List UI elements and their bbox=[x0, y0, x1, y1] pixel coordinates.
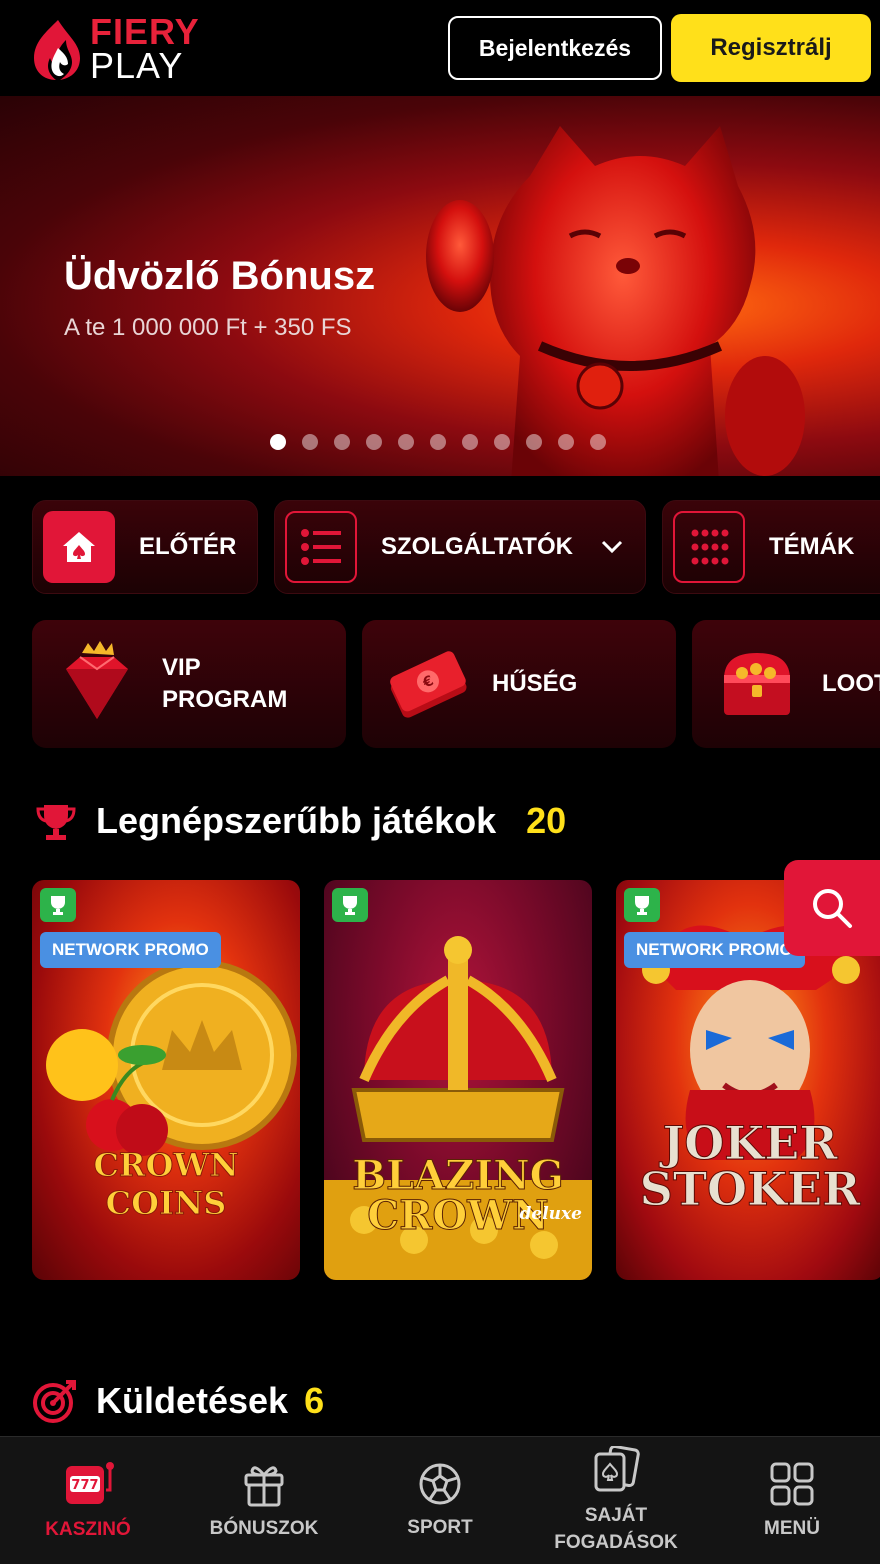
promo-label: VIP PROGRAM bbox=[162, 652, 287, 716]
carousel-dot[interactable] bbox=[430, 434, 446, 450]
promo-label: HŰSÉG bbox=[492, 670, 578, 697]
carousel-dots bbox=[270, 434, 606, 450]
target-icon bbox=[33, 1380, 76, 1423]
flame-icon bbox=[34, 20, 80, 80]
menu-grid-icon bbox=[770, 1462, 814, 1505]
bottom-nav-label-line: SAJÁT bbox=[584, 1505, 648, 1526]
chevron-down-icon[interactable] bbox=[601, 540, 623, 554]
carousel-dot[interactable] bbox=[270, 434, 286, 450]
search-button[interactable] bbox=[784, 860, 880, 956]
carousel-dot[interactable] bbox=[398, 434, 414, 450]
bottom-nav-casino[interactable]: 777 KASZINÓ bbox=[0, 1437, 176, 1564]
game-subtitle: deluxe bbox=[519, 1204, 582, 1224]
bottom-nav-label: MENÜ bbox=[764, 1517, 820, 1539]
bottom-navigation: 777 KASZINÓ BÓNUSZOK SPORT SAJÁT FOGADÁS… bbox=[0, 1436, 880, 1564]
gift-icon bbox=[244, 1465, 284, 1506]
network-promo-badge: NETWORK PROMO bbox=[624, 932, 805, 968]
carousel-dot[interactable] bbox=[526, 434, 542, 450]
grid-dots-icon bbox=[673, 511, 745, 583]
bottom-nav-label: SPORT bbox=[407, 1516, 473, 1538]
network-promo-badge: NETWORK PROMO bbox=[40, 932, 221, 968]
nav-chip-lobby[interactable]: ELŐTÉR bbox=[32, 500, 258, 594]
game-title: CROWN COINS bbox=[93, 1146, 239, 1223]
soccer-ball-icon bbox=[419, 1463, 461, 1504]
trophy-icon bbox=[36, 805, 76, 840]
promo-label: LOOT bbox=[822, 670, 880, 697]
game-card-crown-coins[interactable]: CROWN COINS NETWORK PROMO bbox=[32, 880, 300, 1280]
promo-label-line: VIP bbox=[162, 654, 201, 681]
diamond-crown-icon bbox=[66, 641, 128, 719]
carousel-dot[interactable] bbox=[590, 434, 606, 450]
cash-icon: € bbox=[390, 651, 467, 718]
search-icon bbox=[813, 889, 852, 928]
list-icon bbox=[285, 511, 357, 583]
carousel-dot[interactable] bbox=[494, 434, 510, 450]
bottom-nav-sport[interactable]: SPORT bbox=[352, 1437, 528, 1564]
game-card-blazing-crown[interactable]: BLAZING CROWN deluxe bbox=[324, 880, 592, 1280]
promo-loot[interactable]: LOOT bbox=[692, 620, 880, 748]
game-title: STOKER bbox=[639, 1162, 861, 1217]
nav-chip-themes[interactable]: TÉMÁK bbox=[662, 500, 880, 594]
trophy-badge-icon bbox=[624, 888, 660, 922]
svg-text:777: 777 bbox=[71, 1478, 98, 1493]
section-count: 6 bbox=[304, 1380, 325, 1421]
treasure-chest-icon bbox=[724, 653, 790, 715]
carousel-dot[interactable] bbox=[334, 434, 350, 450]
bottom-nav-label: BÓNUSZOK bbox=[209, 1517, 319, 1539]
nav-chip-providers[interactable]: SZOLGÁLTATÓK bbox=[274, 500, 646, 594]
banner-subtitle: A te 1 000 000 Ft + 350 FS bbox=[64, 314, 352, 341]
login-button[interactable]: Bejelentkezés bbox=[448, 16, 662, 80]
nav-chip-label: ELŐTÉR bbox=[139, 533, 237, 560]
trophy-badge-icon bbox=[332, 888, 368, 922]
missions-header: Küldetések 6 bbox=[32, 1378, 324, 1424]
carousel-dot[interactable] bbox=[462, 434, 478, 450]
bottom-nav-label-line: FOGADÁSOK bbox=[554, 1532, 678, 1553]
bottom-nav-menu[interactable]: MENÜ bbox=[704, 1437, 880, 1564]
section-title: Küldetések bbox=[96, 1380, 289, 1421]
slot-machine-icon: 777 bbox=[66, 1461, 114, 1504]
header: FIERY PLAY Bejelentkezés Regisztrálj bbox=[0, 0, 880, 96]
promo-loyalty[interactable]: € HŰSÉG bbox=[362, 620, 676, 748]
bottom-nav-my-bets[interactable]: SAJÁT FOGADÁSOK bbox=[528, 1437, 704, 1564]
promo-vip-program[interactable]: VIP PROGRAM bbox=[32, 620, 346, 748]
welcome-bonus-banner[interactable]: Üdvözlő Bónusz A te 1 000 000 Ft + 350 F… bbox=[0, 96, 880, 476]
section-title: Legnépszerűbb játékok bbox=[96, 800, 497, 841]
trophy-badge-icon bbox=[40, 888, 76, 922]
register-button[interactable]: Regisztrálj bbox=[671, 14, 871, 82]
nav-chip-label: TÉMÁK bbox=[769, 533, 855, 560]
bottom-nav-label: SAJÁT FOGADÁSOK bbox=[554, 1502, 678, 1556]
bottom-nav-label: KASZINÓ bbox=[45, 1518, 131, 1540]
home-spade-icon bbox=[43, 511, 115, 583]
carousel-dot[interactable] bbox=[302, 434, 318, 450]
carousel-dot[interactable] bbox=[558, 434, 574, 450]
carousel-dot[interactable] bbox=[366, 434, 382, 450]
cards-icon bbox=[594, 1446, 640, 1492]
banner-title: Üdvözlő Bónusz bbox=[64, 254, 376, 298]
logo-text-play: PLAY bbox=[90, 45, 184, 86]
fieryplay-logo[interactable]: FIERY PLAY bbox=[28, 12, 228, 86]
popular-games-header: Legnépszerűbb játékok 20 bbox=[36, 800, 566, 842]
lucky-cat-illustration bbox=[426, 126, 805, 476]
nav-chip-label: SZOLGÁLTATÓK bbox=[381, 533, 573, 560]
promo-label-line: PROGRAM bbox=[162, 686, 288, 713]
bottom-nav-bonuses[interactable]: BÓNUSZOK bbox=[176, 1437, 352, 1564]
section-count: 20 bbox=[526, 800, 567, 841]
